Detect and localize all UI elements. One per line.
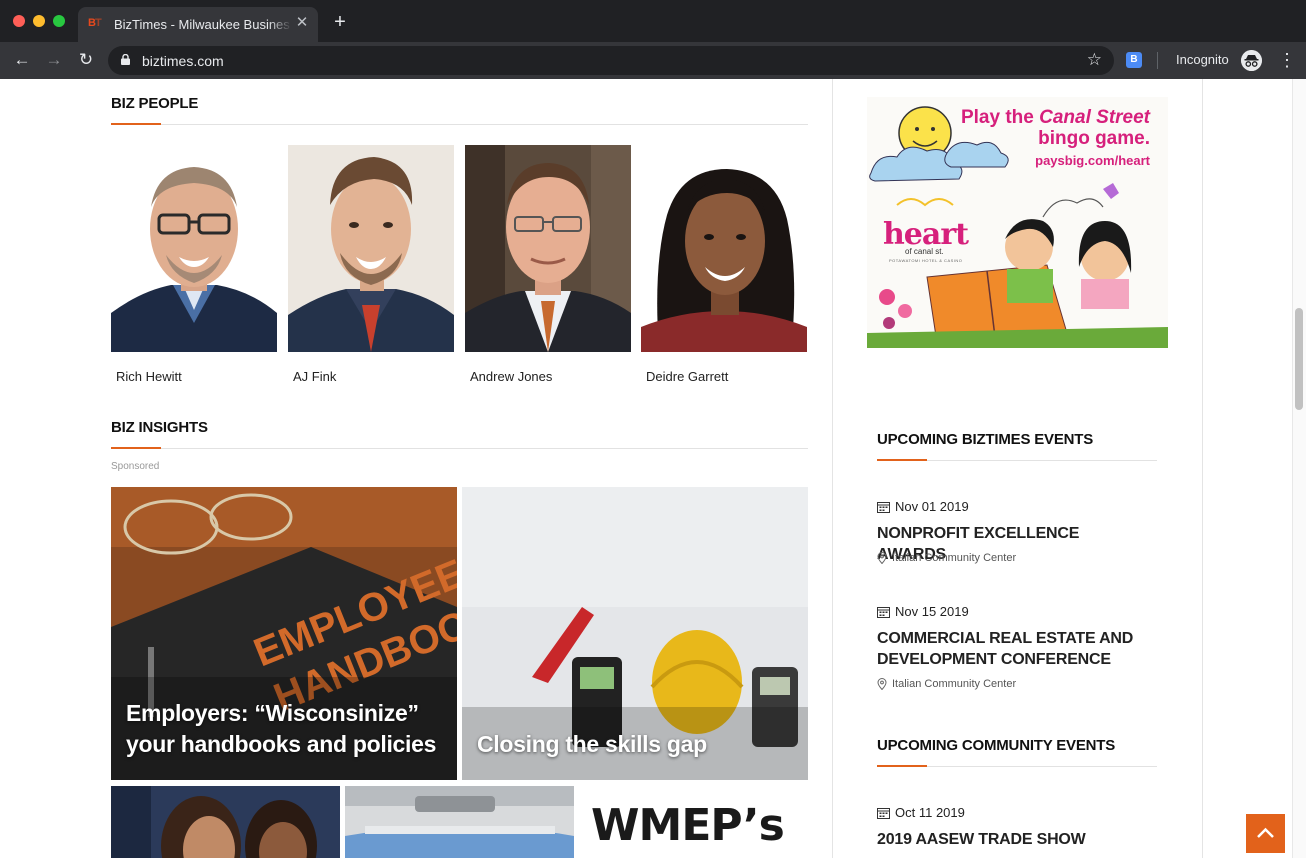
biz-people-heading[interactable]: BIZ PEOPLE xyxy=(111,95,198,112)
event-item[interactable]: Oct 11 2019 2019 AASEW TRADE SHOW xyxy=(877,805,1157,858)
back-to-top-button[interactable] xyxy=(1246,814,1285,853)
new-tab-button[interactable]: + xyxy=(330,12,350,32)
insight-thumb-image xyxy=(345,786,574,858)
extension-icon[interactable]: B xyxy=(1126,52,1142,68)
browser-menu-icon[interactable]: ⋮ xyxy=(1278,50,1296,70)
person-name[interactable]: AJ Fink xyxy=(293,369,336,384)
insight-card-title[interactable]: Closing the skills gap xyxy=(477,729,788,760)
event-venue: Italian Community Center xyxy=(892,552,1017,564)
tab-title-fade xyxy=(268,13,292,35)
biz-insights-rule xyxy=(111,448,808,449)
biztimes-favicon-icon: BT xyxy=(88,17,104,33)
address-bar[interactable]: biztimes.com ☆ xyxy=(108,46,1114,75)
favicon-letter-t: T xyxy=(94,17,102,29)
insight-card[interactable] xyxy=(111,786,340,858)
event-item[interactable]: Nov 01 2019 NONPROFIT EXCELLENCE AWARDS … xyxy=(877,499,1157,569)
event-item[interactable]: Nov 15 2019 COMMERCIAL REAL ESTATE AND D… xyxy=(877,604,1157,694)
tab-title: BizTimes - Milwaukee Business xyxy=(114,17,290,32)
person-photo[interactable] xyxy=(288,145,454,352)
page-scrollbar[interactable] xyxy=(1292,79,1306,858)
minimize-window-button[interactable] xyxy=(33,15,45,27)
person-name[interactable]: Deidre Garrett xyxy=(646,369,728,384)
event-title[interactable]: 2019 AASEW TRADE SHOW xyxy=(877,829,1147,850)
map-pin-icon xyxy=(877,552,887,564)
chevron-up-icon xyxy=(1257,827,1274,838)
close-window-button[interactable] xyxy=(13,15,25,27)
event-venue: Italian Community Center xyxy=(892,678,1017,690)
person-photo[interactable] xyxy=(641,145,807,352)
biztimes-events-accent xyxy=(877,459,927,461)
back-button[interactable]: ← xyxy=(12,50,32,70)
insight-card[interactable] xyxy=(345,786,574,858)
canal-street-ad[interactable]: Play the Canal Street bingo game. paysbi… xyxy=(867,97,1168,348)
person-photo[interactable] xyxy=(465,145,631,352)
column-divider-right xyxy=(1202,79,1203,858)
incognito-icon[interactable] xyxy=(1241,50,1262,71)
insight-thumb-image xyxy=(111,786,340,858)
ad-url[interactable]: paysbig.com/heart xyxy=(1035,153,1150,168)
event-date: Nov 01 2019 xyxy=(895,499,969,514)
toolbar-divider xyxy=(1157,52,1158,69)
person-photo[interactable] xyxy=(111,145,277,352)
person-name[interactable]: Rich Hewitt xyxy=(116,369,182,384)
ad-line-1-emphasis: Canal Street xyxy=(1039,107,1150,128)
scrollbar-thumb[interactable] xyxy=(1295,308,1303,410)
forward-button[interactable]: → xyxy=(44,50,64,70)
maximize-window-button[interactable] xyxy=(53,15,65,27)
favicon-letter-b: B xyxy=(88,17,96,29)
biz-insights-heading[interactable]: BIZ INSIGHTS xyxy=(111,419,208,436)
calendar-icon xyxy=(877,808,890,819)
browser-chrome: BT BizTimes - Milwaukee Business ✕ + ← →… xyxy=(0,0,1306,79)
ad-brand-subtitle: of canal st. xyxy=(905,247,944,256)
url-text: biztimes.com xyxy=(142,53,224,69)
map-pin-icon xyxy=(877,678,887,690)
insight-card[interactable]: Closing the skills gap xyxy=(462,487,808,780)
calendar-icon xyxy=(877,607,890,618)
biz-people-accent xyxy=(111,123,161,125)
ad-brand-tagline: POTAWATOMI HOTEL & CASINO xyxy=(889,258,963,263)
wmep-image-text: WMEP’s xyxy=(591,800,785,851)
bookmark-star-icon[interactable]: ☆ xyxy=(1087,51,1102,69)
person-name[interactable]: Andrew Jones xyxy=(470,369,552,384)
lock-icon xyxy=(121,54,130,65)
insight-card[interactable]: WMEP’s xyxy=(579,786,808,858)
ad-line-2: bingo game. xyxy=(1038,128,1150,149)
upcoming-biztimes-events-heading[interactable]: UPCOMING BIZTIMES EVENTS xyxy=(877,431,1093,448)
column-divider xyxy=(832,79,833,858)
biz-insights-accent xyxy=(111,447,161,449)
event-date: Nov 15 2019 xyxy=(895,604,969,619)
upcoming-community-events-heading[interactable]: UPCOMING COMMUNITY EVENTS xyxy=(877,737,1115,754)
community-events-accent xyxy=(877,765,927,767)
ad-line-1: Play the Canal Street xyxy=(961,107,1150,129)
incognito-label: Incognito xyxy=(1176,52,1229,67)
biz-people-rule xyxy=(111,124,808,125)
event-date: Oct 11 2019 xyxy=(895,805,965,820)
reload-button[interactable]: ↻ xyxy=(76,50,96,70)
sponsored-label: Sponsored xyxy=(111,461,160,472)
page-viewport: BIZ PEOPLE Rich Hewitt AJ Fink Andrew Jo… xyxy=(0,79,1306,858)
insight-card[interactable]: EMPLOYEE HANDBOOK Employers: “Wisconsini… xyxy=(111,487,457,780)
insight-card-title[interactable]: Employers: “Wisconsinize” your handbooks… xyxy=(126,698,437,760)
event-title[interactable]: COMMERCIAL REAL ESTATE AND DEVELOPMENT C… xyxy=(877,628,1147,670)
browser-toolbar: ← → ↻ biztimes.com ☆ B Incognito ⋮ xyxy=(0,42,1306,79)
calendar-icon xyxy=(877,502,890,513)
tab-strip: BT BizTimes - Milwaukee Business ✕ + xyxy=(0,0,1306,42)
browser-tab[interactable]: BT BizTimes - Milwaukee Business ✕ xyxy=(78,7,318,42)
ad-line-1-prefix: Play the xyxy=(960,107,1040,128)
tab-close-icon[interactable]: ✕ xyxy=(293,14,311,32)
